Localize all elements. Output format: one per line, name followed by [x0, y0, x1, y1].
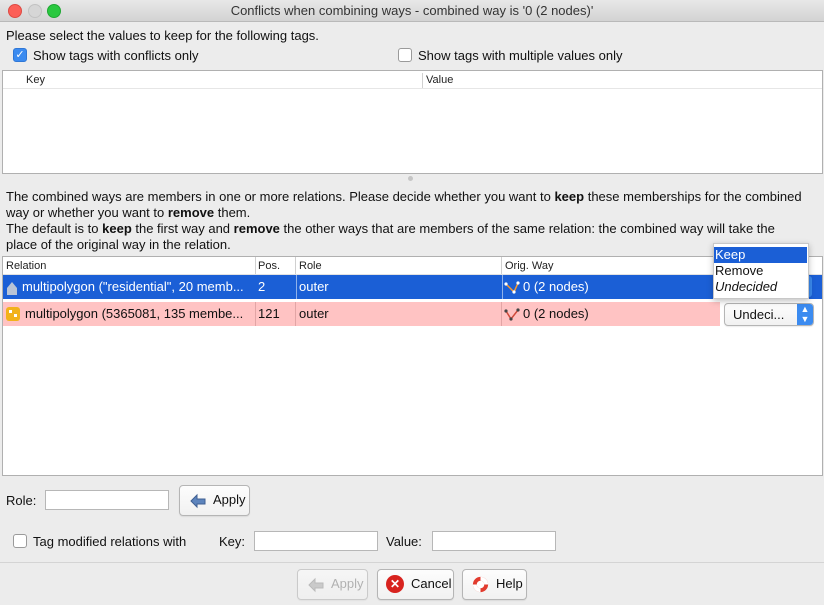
splitter-handle[interactable]	[408, 176, 413, 181]
orig-way-cell: 0 (2 nodes)	[523, 279, 589, 294]
dropdown-option-undecided[interactable]: Undecided	[714, 279, 807, 295]
decision-select[interactable]: Undeci... ▲ ▼	[724, 303, 814, 326]
desc-text: the first way and	[131, 221, 234, 236]
role-apply-label: Apply	[213, 492, 246, 507]
column-divider	[501, 257, 502, 274]
desc-text: The default is to	[6, 221, 103, 236]
cancel-button[interactable]: ✕ Cancel	[377, 569, 454, 600]
cancel-button-label: Cancel	[411, 576, 452, 591]
cell-border	[295, 302, 296, 326]
desc-text: them.	[214, 205, 251, 220]
relations-table-header	[3, 257, 822, 275]
help-button-label: Help	[496, 576, 523, 591]
relations-table[interactable]: Relation Pos. Role Orig. Way multipolygo…	[2, 256, 823, 476]
cell-border	[502, 275, 503, 299]
chevron-updown-icon: ▲ ▼	[797, 304, 813, 325]
desc-remove-bold: remove	[167, 205, 215, 220]
table-row[interactable]: multipolygon (5365081, 135 membe... 121 …	[3, 302, 720, 326]
value-input[interactable]	[432, 531, 556, 551]
desc-text: The combined ways are members in one or …	[6, 189, 555, 204]
key-label: Key:	[219, 534, 246, 549]
window-title: Conflicts when combining ways - combined…	[230, 3, 594, 18]
tag-modified-checkbox[interactable]	[13, 534, 27, 548]
desc-text: the other ways that are members of the s…	[279, 221, 775, 236]
table-row[interactable]: multipolygon ("residential", 20 memb... …	[3, 275, 822, 299]
apply-arrow-icon	[188, 491, 208, 512]
show-multiple-label: Show tags with multiple values only	[418, 48, 623, 63]
value-label: Value:	[386, 534, 422, 549]
column-divider	[295, 257, 296, 274]
relation-cell: multipolygon ("residential", 20 memb...	[22, 279, 244, 294]
key-input[interactable]	[254, 531, 378, 551]
apply-button[interactable]: Apply	[297, 569, 368, 600]
way-icon	[504, 302, 520, 326]
dropdown-option-keep[interactable]: Keep	[714, 247, 807, 263]
pos-cell: 121	[258, 306, 280, 321]
role-apply-button[interactable]: Apply	[179, 485, 250, 516]
desc-text: place of the original way in the relatio…	[6, 237, 231, 252]
multipolygon-icon	[5, 302, 21, 326]
decision-dropdown-menu[interactable]: Keep Remove Undecided	[713, 243, 809, 299]
desc-remove-bold: remove	[233, 221, 280, 236]
pos-column-header[interactable]: Pos.	[258, 260, 281, 272]
cancel-icon: ✕	[386, 575, 404, 593]
desc-text: these memberships for the combined	[584, 189, 802, 204]
key-column-header[interactable]: Key	[26, 74, 45, 86]
role-label: Role:	[6, 493, 37, 508]
lifebuoy-icon	[471, 575, 490, 597]
cell-border	[501, 302, 502, 326]
pos-cell: 2	[258, 279, 266, 294]
orig-way-column-header[interactable]: Orig. Way	[505, 260, 554, 272]
show-multiple-checkbox[interactable]	[398, 48, 412, 62]
relations-description: The combined ways are members in one or …	[6, 189, 818, 253]
column-divider	[255, 257, 256, 274]
role-cell: outer	[299, 306, 329, 321]
tags-table-header	[3, 73, 822, 89]
column-divider	[422, 73, 423, 88]
show-conflicts-checkbox[interactable]: ✓	[13, 48, 27, 62]
tags-instruction: Please select the values to keep for the…	[6, 28, 319, 43]
orig-way-cell: 0 (2 nodes)	[523, 306, 589, 321]
desc-keep-bold: keep	[102, 221, 132, 236]
building-icon	[5, 275, 19, 299]
decision-value: Undeci...	[733, 307, 785, 322]
apply-arrow-icon	[306, 575, 326, 596]
apply-button-label: Apply	[331, 576, 364, 591]
relation-column-header[interactable]: Relation	[6, 260, 47, 272]
footer-divider	[0, 562, 824, 563]
relation-cell: multipolygon (5365081, 135 membe...	[25, 306, 244, 321]
help-button[interactable]: Help	[462, 569, 527, 600]
desc-keep-bold: keep	[554, 189, 585, 204]
dropdown-option-remove[interactable]: Remove	[714, 263, 807, 279]
role-column-header[interactable]: Role	[299, 260, 322, 272]
cell-border	[296, 275, 297, 299]
tag-modified-label: Tag modified relations with	[33, 534, 187, 549]
value-column-header[interactable]: Value	[426, 74, 454, 86]
role-cell: outer	[299, 279, 329, 294]
show-conflicts-label: Show tags with conflicts only	[33, 48, 199, 63]
cell-border	[255, 302, 256, 326]
desc-text: way or whether you want to	[6, 205, 168, 220]
role-input[interactable]	[45, 490, 169, 510]
way-icon	[504, 275, 520, 299]
tags-table[interactable]: Key Value	[2, 70, 823, 174]
